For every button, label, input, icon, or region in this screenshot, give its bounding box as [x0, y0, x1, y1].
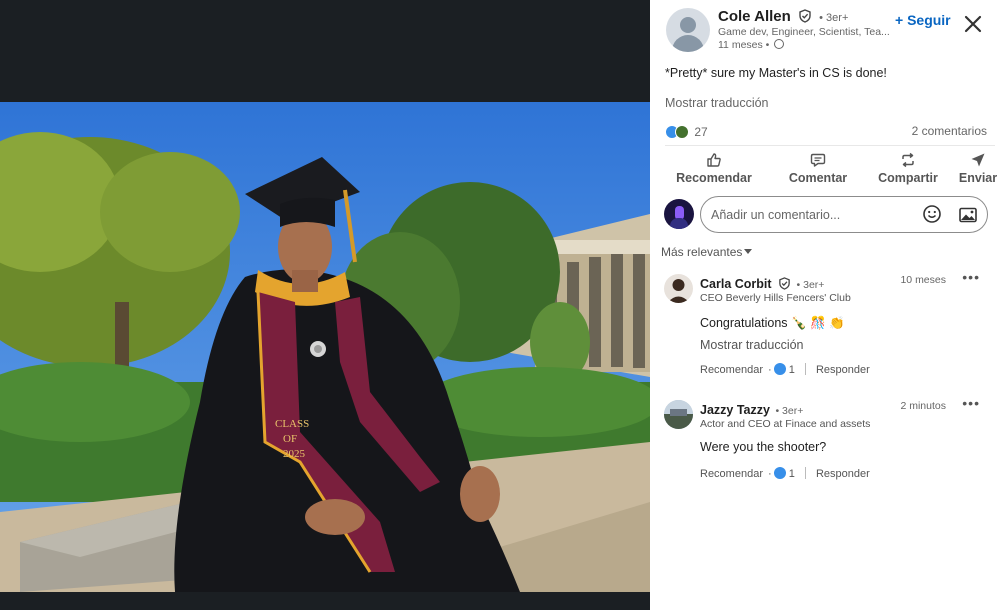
author-name[interactable]: Cole Allen [718, 8, 791, 25]
comment-like-link[interactable]: Recomendar [700, 468, 763, 480]
like-reaction-icon [773, 467, 786, 479]
commenter-headline: CEO Beverly Hills Fencers' Club [700, 292, 851, 304]
media-area: CLASS OF 2025 [0, 0, 650, 610]
divider [665, 145, 995, 146]
send-icon [971, 153, 985, 167]
commenter-avatar[interactable] [664, 400, 693, 429]
commenter-name-row: Jazzy Tazzy • 3er+ [700, 403, 803, 417]
author-avatar[interactable] [666, 8, 710, 52]
comment-icon [810, 153, 826, 167]
separator [804, 467, 806, 479]
commenter-headline: Actor and CEO at Finace and assets [700, 418, 871, 430]
commenter-degree: • 3er+ [796, 279, 825, 291]
comment-button-label: Comentar [788, 171, 848, 185]
post-photo: CLASS OF 2025 [0, 102, 650, 592]
current-user-avatar [664, 199, 694, 229]
stole-text-line-3: 2025 [283, 448, 306, 460]
sort-label: Más relevantes [661, 245, 743, 259]
repost-button-label: Compartir [878, 171, 938, 185]
comment-show-translation-link[interactable]: Mostrar traducción [700, 338, 804, 352]
commenter-photo [664, 400, 693, 429]
follow-button[interactable]: + Seguir [895, 12, 951, 28]
verified-shield-icon [799, 9, 811, 23]
stole-text-line-1: CLASS [275, 418, 309, 430]
commenter-name[interactable]: Carla Corbit [700, 277, 772, 291]
like-reaction-icon [773, 363, 786, 375]
celebrate-reaction-icon [675, 124, 689, 139]
globe-icon [774, 39, 785, 49]
comment-reply-link[interactable]: Responder [816, 364, 870, 376]
comment-text: Congratulations 🍾 🎊 👏 [700, 316, 845, 330]
caret-down-icon [744, 249, 753, 254]
emoji-icon[interactable] [922, 204, 942, 224]
comment-input[interactable] [700, 196, 988, 233]
thumbs-up-icon [707, 153, 721, 167]
post-text: *Pretty* sure my Master's in CS is done! [665, 66, 887, 80]
author-name-row: Cole Allen • 3er+ [718, 8, 848, 25]
comments-count-link[interactable]: 2 comentarios [912, 124, 987, 138]
comment-time: 10 meses [900, 274, 946, 286]
comment-reaction-count[interactable]: 1 [789, 364, 795, 376]
separator [804, 363, 806, 375]
reactions-summary[interactable]: 27 [665, 124, 708, 139]
like-button-label: Recomendar [676, 171, 752, 185]
author-headline: Game dev, Engineer, Scientist, Tea... [718, 26, 890, 38]
image-icon[interactable] [958, 205, 978, 225]
comment-actions: Recomendar · 1 Responder [700, 363, 870, 376]
post-actions-bar: Recomendar Comentar Compartir Enviar [660, 150, 1000, 190]
comment-button[interactable]: Comentar [772, 150, 864, 188]
send-button-label: Enviar [958, 171, 998, 185]
commenter-avatar[interactable] [664, 274, 693, 303]
add-comment-row [664, 196, 988, 234]
post-details-panel: Cole Allen • 3er+ Game dev, Engineer, Sc… [650, 0, 1000, 610]
verified-shield-icon [779, 277, 790, 290]
graduation-photo: CLASS OF 2025 [0, 102, 650, 592]
comment-reaction-count[interactable]: 1 [789, 468, 795, 480]
post-viewer: CLASS OF 2025 Cole Allen • 3er+ Game dev… [0, 0, 1000, 610]
like-button[interactable]: Recomendar [668, 150, 760, 188]
comment-text: Were you the shooter? [700, 440, 827, 454]
comment-item: Carla Corbit • 3er+ CEO Beverly Hills Fe… [664, 269, 994, 384]
post-timestamp: 11 meses • [718, 39, 785, 51]
author-connection-degree: • 3er+ [819, 12, 849, 24]
sort-comments-dropdown[interactable]: Más relevantes [661, 245, 753, 259]
more-options-icon[interactable]: ••• [962, 395, 980, 411]
close-icon[interactable] [962, 13, 984, 35]
comment-like-link[interactable]: Recomendar [700, 364, 763, 376]
comment-time: 2 minutos [900, 400, 946, 412]
send-button[interactable]: Enviar [956, 150, 1000, 188]
comment-actions: Recomendar · 1 Responder [700, 467, 870, 480]
commenter-name[interactable]: Jazzy Tazzy [700, 403, 770, 417]
repost-button[interactable]: Compartir [860, 150, 956, 188]
social-counts: 27 2 comentarios [665, 124, 987, 140]
stole-text-line-2: OF [283, 433, 297, 445]
post-time-text: 11 meses • [718, 39, 770, 51]
reactions-count: 27 [694, 124, 708, 139]
commenter-degree: • 3er+ [775, 405, 804, 417]
more-options-icon[interactable]: ••• [962, 269, 980, 285]
comment-reply-link[interactable]: Responder [816, 468, 870, 480]
commenter-photo [667, 279, 690, 303]
show-translation-link[interactable]: Mostrar traducción [665, 96, 769, 110]
commenter-name-row: Carla Corbit • 3er+ [700, 277, 824, 291]
repost-icon [902, 152, 914, 168]
comment-item: Jazzy Tazzy • 3er+ Actor and CEO at Fina… [664, 395, 994, 490]
